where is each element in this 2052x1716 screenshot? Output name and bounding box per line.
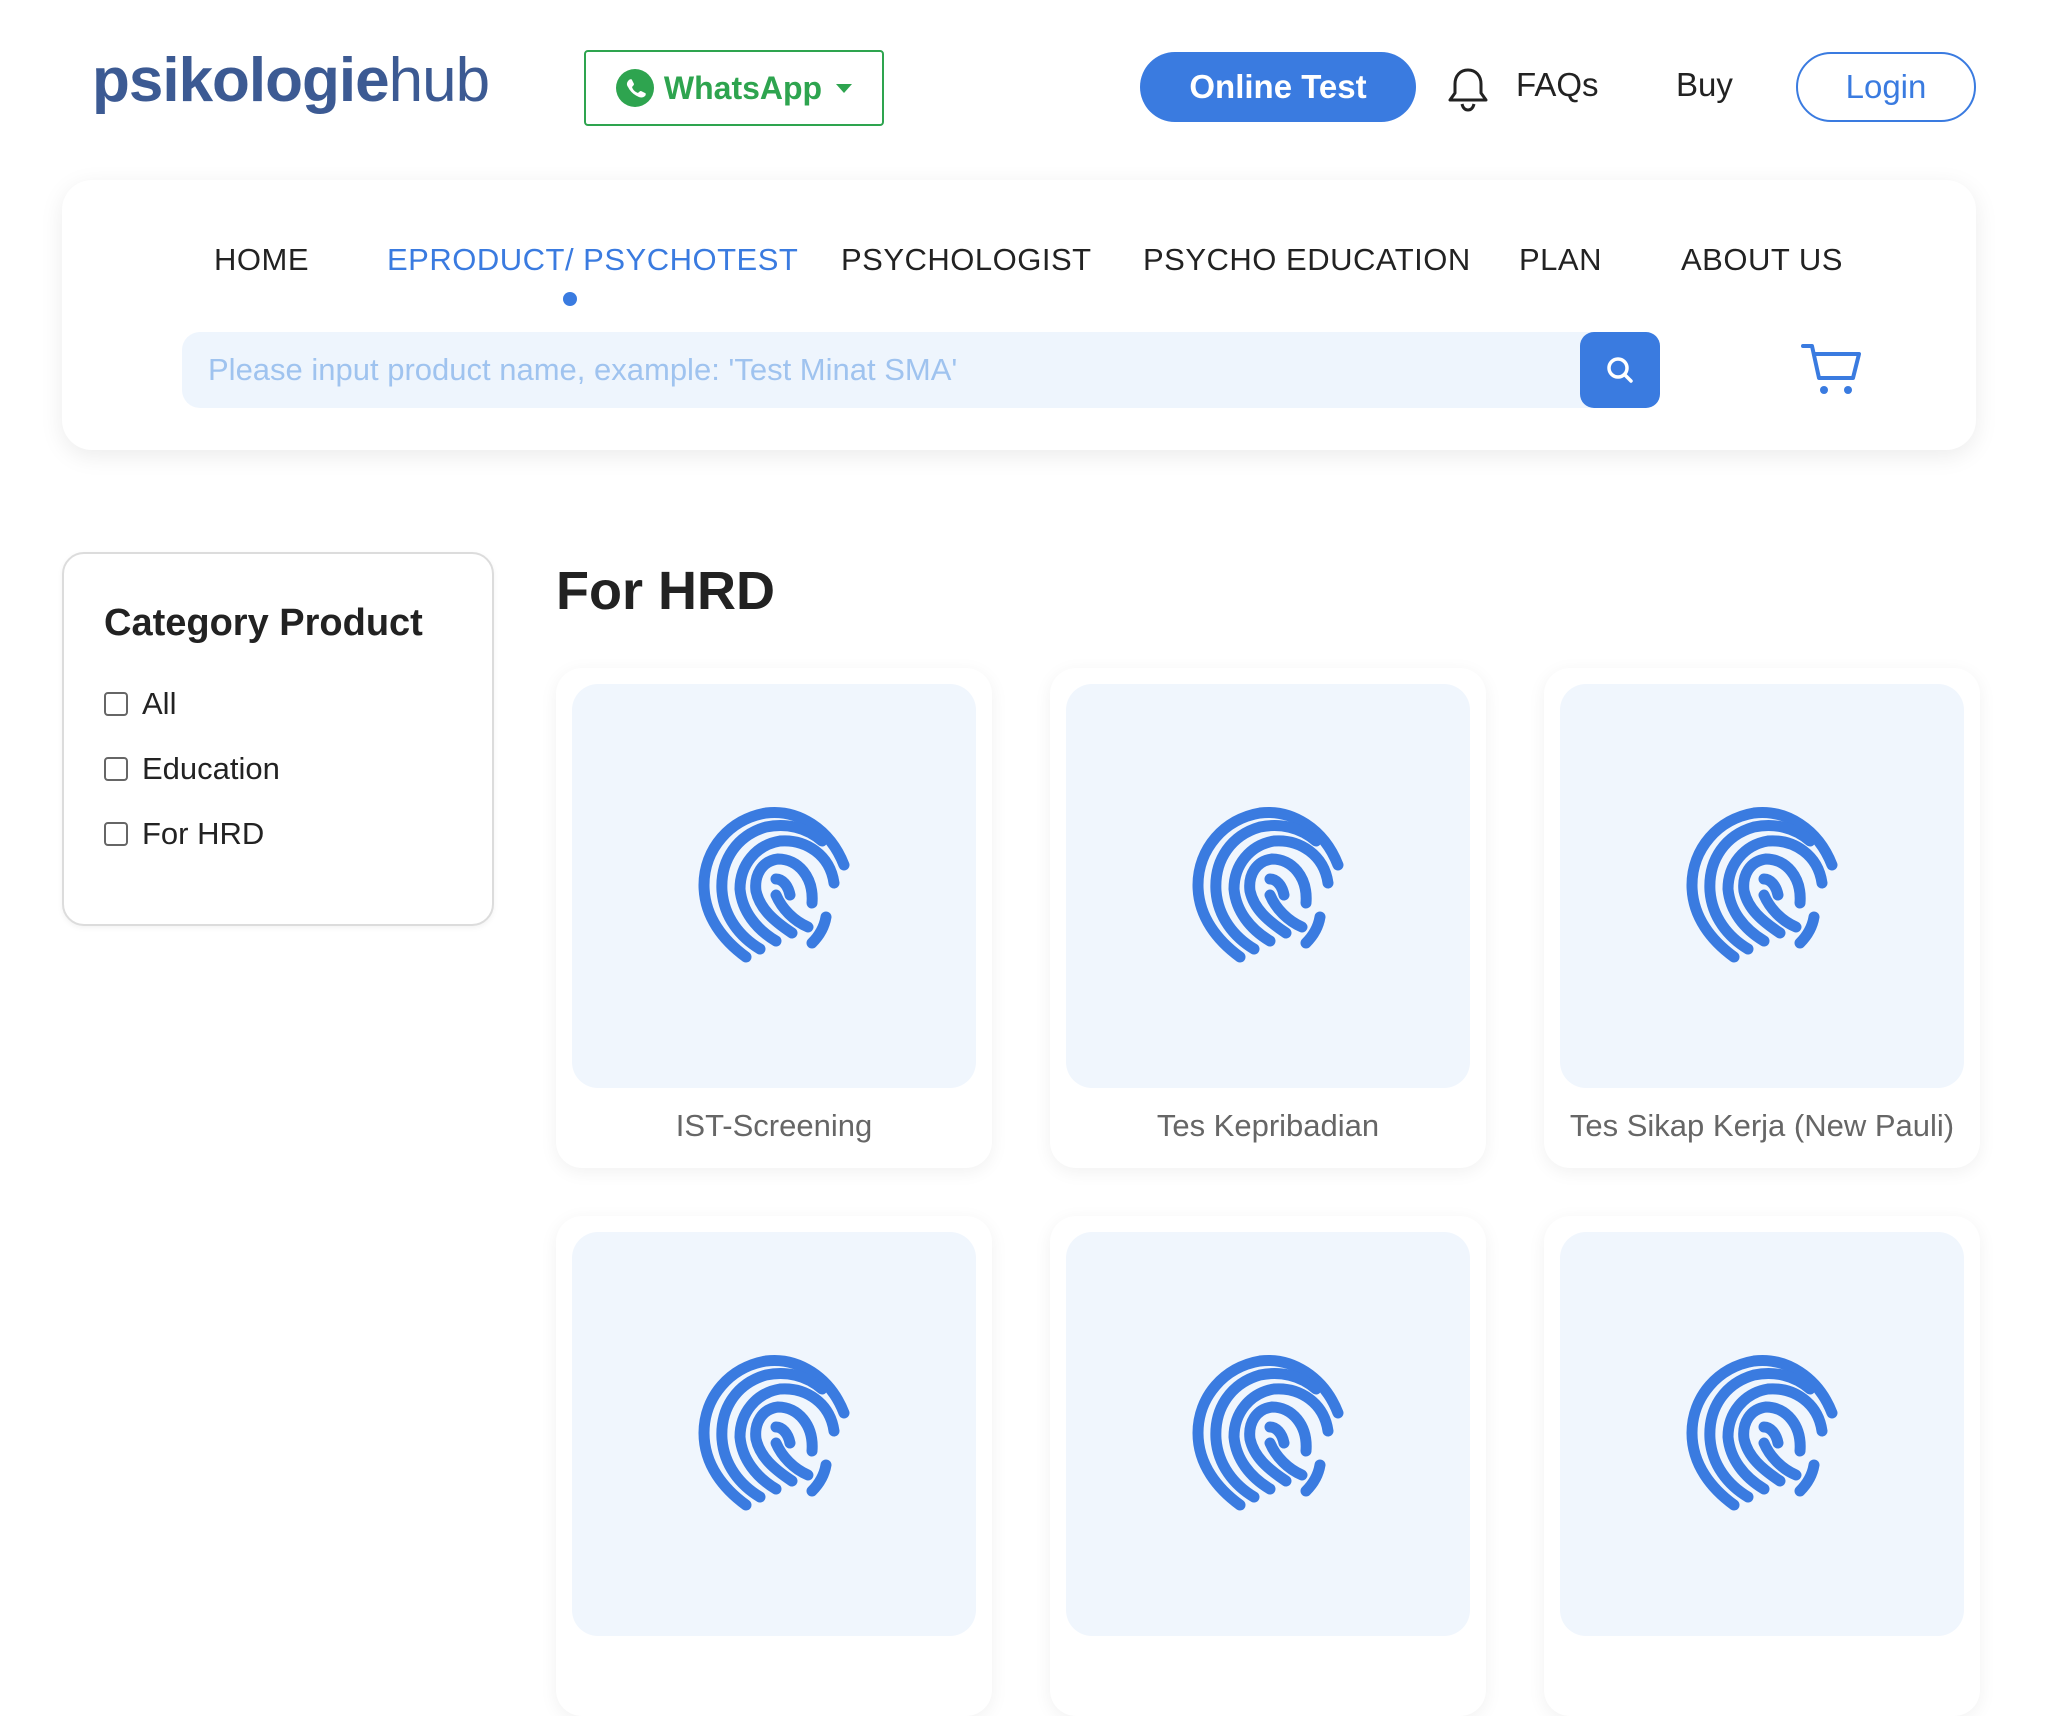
product-card[interactable]: Tes Kepribadian: [1050, 668, 1486, 1168]
online-test-button[interactable]: Online Test: [1140, 52, 1416, 122]
nav-item-home[interactable]: HOME: [214, 242, 309, 278]
product-thumbnail[interactable]: [1066, 1232, 1470, 1636]
logo-text-bold: psikologie: [92, 46, 390, 115]
product-thumbnail[interactable]: [572, 1232, 976, 1636]
cart-icon[interactable]: [1800, 340, 1864, 400]
category-label: Education: [142, 751, 280, 786]
product-thumbnail[interactable]: [1560, 1232, 1964, 1636]
product-card[interactable]: IST-Screening: [556, 668, 992, 1168]
nav-item-psychologist[interactable]: PSYCHOLOGIST: [841, 242, 1092, 278]
product-name[interactable]: IST-Screening: [556, 1108, 992, 1144]
fingerprint-icon: [694, 799, 854, 974]
bell-icon[interactable]: [1446, 66, 1490, 112]
product-card[interactable]: [556, 1216, 992, 1716]
fingerprint-icon: [1188, 1347, 1348, 1522]
whatsapp-label: WhatsApp: [663, 69, 823, 106]
category-sidebar: Category Product All Education For HRD: [62, 552, 494, 926]
fingerprint-icon: [1188, 799, 1348, 974]
top-header: psikologiehub WhatsApp Online Test FAQs …: [0, 0, 2052, 176]
category-label: All: [142, 686, 177, 721]
category-option-education[interactable]: Education: [104, 751, 280, 787]
nav-item-psycho-education[interactable]: PSYCHO EDUCATION: [1143, 242, 1471, 278]
fingerprint-icon: [1682, 1347, 1842, 1522]
product-thumbnail[interactable]: [1560, 684, 1964, 1088]
active-nav-indicator: [563, 292, 577, 306]
nav-item-about-us[interactable]: ABOUT US: [1681, 242, 1843, 278]
product-card[interactable]: [1544, 1216, 1980, 1716]
product-card[interactable]: [1050, 1216, 1486, 1716]
product-thumbnail[interactable]: [572, 684, 976, 1088]
chevron-down-icon: [836, 83, 853, 93]
logo-text-light: hub: [388, 46, 490, 115]
checkbox[interactable]: [104, 757, 128, 781]
search-button[interactable]: [1580, 332, 1660, 408]
category-option-for-hrd[interactable]: For HRD: [104, 816, 264, 852]
product-card[interactable]: Tes Sikap Kerja (New Pauli): [1544, 668, 1980, 1168]
category-label: For HRD: [142, 816, 265, 851]
checkbox[interactable]: [104, 822, 128, 846]
search-bar: [182, 332, 1660, 408]
main-nav: HOME EPRODUCT/ PSYCHOTEST PSYCHOLOGIST P…: [62, 242, 1976, 292]
fingerprint-icon: [1682, 799, 1842, 974]
category-option-all[interactable]: All: [104, 686, 176, 722]
section-title: For HRD: [556, 561, 775, 621]
checkbox[interactable]: [104, 692, 128, 716]
product-name[interactable]: Tes Sikap Kerja (New Pauli): [1544, 1108, 1980, 1144]
nav-item-eproduct[interactable]: EPRODUCT/ PSYCHOTEST: [387, 242, 798, 278]
whatsapp-icon: [615, 69, 654, 107]
faqs-link[interactable]: FAQs: [1516, 66, 1599, 104]
login-button[interactable]: Login: [1796, 52, 1976, 122]
search-input[interactable]: [182, 332, 1582, 408]
search-icon: [1607, 357, 1633, 383]
category-title: Category Product: [104, 602, 423, 644]
product-name[interactable]: Tes Kepribadian: [1050, 1108, 1486, 1144]
fingerprint-icon: [694, 1347, 854, 1522]
navigation-card: HOME EPRODUCT/ PSYCHOTEST PSYCHOLOGIST P…: [62, 180, 1976, 450]
nav-item-plan[interactable]: PLAN: [1519, 242, 1602, 278]
product-thumbnail[interactable]: [1066, 684, 1470, 1088]
whatsapp-dropdown-button[interactable]: WhatsApp: [584, 50, 884, 126]
buy-link[interactable]: Buy: [1676, 66, 1733, 104]
site-logo[interactable]: psikologiehub: [92, 50, 490, 112]
